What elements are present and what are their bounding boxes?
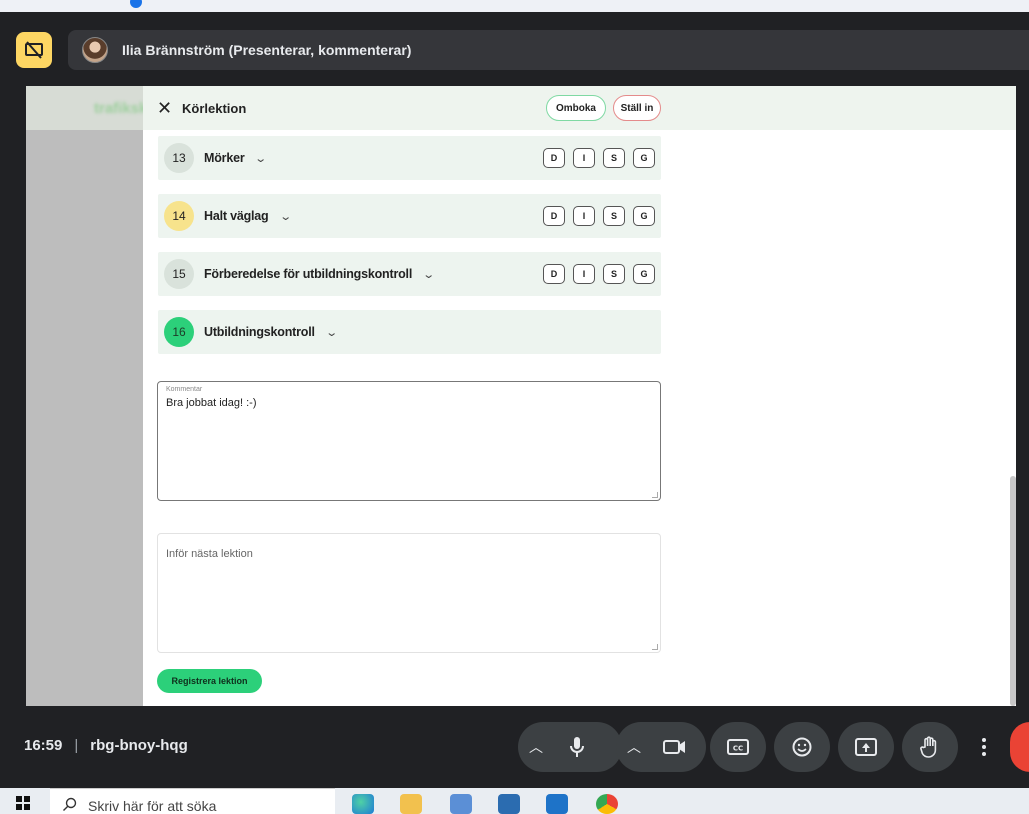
omboka-button[interactable]: Omboka [546,95,606,121]
chevron-up-icon[interactable]: ︿ [616,737,652,757]
grade-buttons: D I S G [543,264,655,284]
resize-handle[interactable] [652,492,658,498]
grade-i-button[interactable]: I [573,206,595,226]
grade-d-button[interactable]: D [543,148,565,168]
step-number-badge: 13 [164,143,194,173]
app-backdrop [26,86,143,706]
chevron-up-icon[interactable]: ︿ [518,737,554,757]
meeting-time: 16:59 [24,737,63,754]
step-number-badge: 14 [164,201,194,231]
search-placeholder: Skriv här för att söka [88,798,217,814]
list-item[interactable]: 14 Halt väglag ⌄ D I S G [158,194,661,238]
grade-i-button[interactable]: I [573,264,595,284]
dialog-title: Körlektion [182,101,247,116]
captions-button[interactable]: CC [710,722,766,772]
chevron-down-icon[interactable]: ⌄ [325,326,338,339]
microphone-icon [570,737,584,757]
present-screen-button[interactable] [838,722,894,772]
divider: | [74,737,79,754]
shared-screen: trafikskola ✕ Körlektion Omboka Ställ in… [26,86,1016,706]
comment-value[interactable]: Bra jobbat idag! :-) [166,397,257,409]
more-vert-icon [982,738,986,756]
svg-text:CC: CC [733,745,743,753]
browser-tab-icon [130,0,142,8]
search-icon [63,797,77,811]
taskbar-search-input[interactable]: Skriv här för att söka [50,788,335,814]
microphone-button[interactable] [554,722,600,772]
register-lesson-button[interactable]: Registrera lektion [157,669,262,693]
meeting-info: 16:59 | rbg-bnoy-hqg [24,737,188,754]
grade-g-button[interactable]: G [633,206,655,226]
edge-icon[interactable] [352,794,374,814]
chrome-icon[interactable] [596,794,618,814]
grade-g-button[interactable]: G [633,148,655,168]
grade-s-button[interactable]: S [603,148,625,168]
step-label: Mörker ⌄ [204,151,268,165]
list-item[interactable]: 16 Utbildningskontroll ⌄ [158,310,661,354]
store-icon[interactable] [498,794,520,814]
camera-button[interactable] [652,722,698,772]
more-options-button[interactable] [966,722,1002,772]
grade-s-button[interactable]: S [603,206,625,226]
comment-label: Kommentar [166,386,203,393]
file-explorer-icon[interactable] [400,794,422,814]
emoji-button[interactable] [774,722,830,772]
grade-buttons: D I S G [543,206,655,226]
list-item[interactable]: 13 Mörker ⌄ D I S G [158,136,661,180]
close-icon[interactable]: ✕ [157,98,172,119]
browser-top-strip [0,0,1029,12]
grade-g-button[interactable]: G [633,264,655,284]
taskbar: Skriv här för att söka [0,788,1029,814]
present-icon [855,738,877,756]
notepad-icon[interactable] [450,794,472,814]
leave-call-button[interactable] [1010,722,1029,772]
next-lesson-field[interactable]: Inför nästa lektion [157,533,661,653]
windows-start-icon[interactable] [16,796,30,810]
list-item[interactable]: 15 Förberedelse för utbildningskontroll ⌄… [158,252,661,296]
grade-d-button[interactable]: D [543,264,565,284]
resize-handle[interactable] [652,644,658,650]
chevron-down-icon[interactable]: ⌄ [255,152,268,165]
scrollbar[interactable] [1010,476,1016,706]
comment-field[interactable]: Kommentar Bra jobbat idag! :-) [157,381,661,501]
presenter-bar: Ilia Brännström (Presenterar, kommentera… [68,30,1029,70]
grade-d-button[interactable]: D [543,206,565,226]
step-label: Förberedelse för utbildningskontroll ⌄ [204,267,435,281]
hand-icon [920,736,937,758]
meeting-code: rbg-bnoy-hqg [90,737,188,754]
emoji-icon [792,737,812,757]
chevron-down-icon[interactable]: ⌄ [279,210,292,223]
camera-control: ︿ [616,722,706,772]
stall-in-button[interactable]: Ställ in [613,95,661,121]
grade-buttons: D I S G [543,148,655,168]
grade-i-button[interactable]: I [573,148,595,168]
microphone-control: ︿ [518,722,622,772]
captions-icon: CC [727,739,749,755]
camera-icon [663,740,685,754]
next-lesson-placeholder: Inför nästa lektion [166,548,253,560]
chevron-down-icon[interactable]: ⌄ [422,268,435,281]
raise-hand-button[interactable] [902,722,958,772]
outlook-icon[interactable] [546,794,568,814]
step-label: Utbildningskontroll ⌄ [204,325,338,339]
step-number-badge: 15 [164,259,194,289]
presenter-name: Ilia Brännström (Presenterar, kommentera… [122,42,412,58]
presentation-toggle-button[interactable] [16,32,52,68]
screen-share-off-icon [25,41,43,59]
step-label: Halt väglag ⌄ [204,209,292,223]
grade-s-button[interactable]: S [603,264,625,284]
avatar [82,37,108,63]
step-number-badge: 16 [164,317,194,347]
